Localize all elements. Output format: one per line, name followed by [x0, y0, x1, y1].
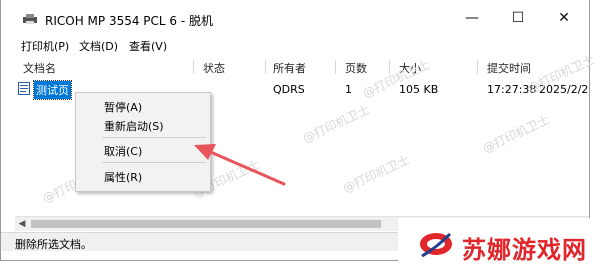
window-title: RICOH MP 3554 PCL 6 - 脱机 — [45, 14, 214, 28]
job-pages: 1 — [345, 83, 352, 96]
column-divider[interactable] — [265, 60, 266, 74]
brand-name: 苏娜游戏网 — [462, 236, 587, 264]
col-header-owner[interactable]: 所有者 — [273, 60, 306, 76]
job-size: 105 KB — [399, 83, 439, 96]
job-owner: QDRS — [273, 83, 305, 96]
document-icon — [18, 82, 30, 95]
maximize-button[interactable]: ☐ — [495, 6, 541, 30]
minimize-button[interactable]: — — [449, 6, 495, 30]
scrollbar-thumb[interactable] — [31, 220, 381, 228]
menu-item-restart[interactable]: 重新启动(S) — [104, 118, 164, 134]
column-divider[interactable] — [193, 60, 194, 74]
status-text: 删除所选文档。 — [15, 238, 92, 251]
menu-printer[interactable]: 打印机(P) — [21, 38, 69, 54]
menu-document[interactable]: 文档(D) — [79, 38, 118, 54]
close-button[interactable]: ✕ — [541, 6, 587, 30]
title-bar: RICOH MP 3554 PCL 6 - 脱机 — ☐ ✕ — [1, 0, 589, 34]
menu-view[interactable]: 查看(V) — [129, 38, 167, 54]
menu-item-properties[interactable]: 属性(R) — [104, 169, 142, 185]
job-doc-name[interactable]: 测试页 — [33, 80, 72, 100]
brand-watermark: 苏娜游戏网 — [398, 218, 600, 270]
col-header-submitted[interactable]: 提交时间 — [487, 60, 531, 76]
menu-item-pause[interactable]: 暂停(A) — [104, 99, 142, 115]
menu-item-cancel[interactable]: 取消(C) — [104, 143, 142, 159]
pointer-arrow-icon — [194, 144, 286, 186]
col-header-doc-name[interactable]: 文档名 — [23, 60, 56, 76]
column-divider[interactable] — [335, 60, 336, 74]
menu-bar: 打印机(P) 文档(D) 查看(V) — [1, 36, 589, 54]
brand-logo-icon — [420, 232, 452, 258]
printer-icon — [23, 14, 37, 24]
scroll-left-icon[interactable]: ◀ — [15, 217, 29, 231]
column-divider[interactable] — [477, 60, 478, 74]
col-header-pages[interactable]: 页数 — [345, 60, 367, 76]
col-header-status[interactable]: 状态 — [203, 60, 225, 76]
